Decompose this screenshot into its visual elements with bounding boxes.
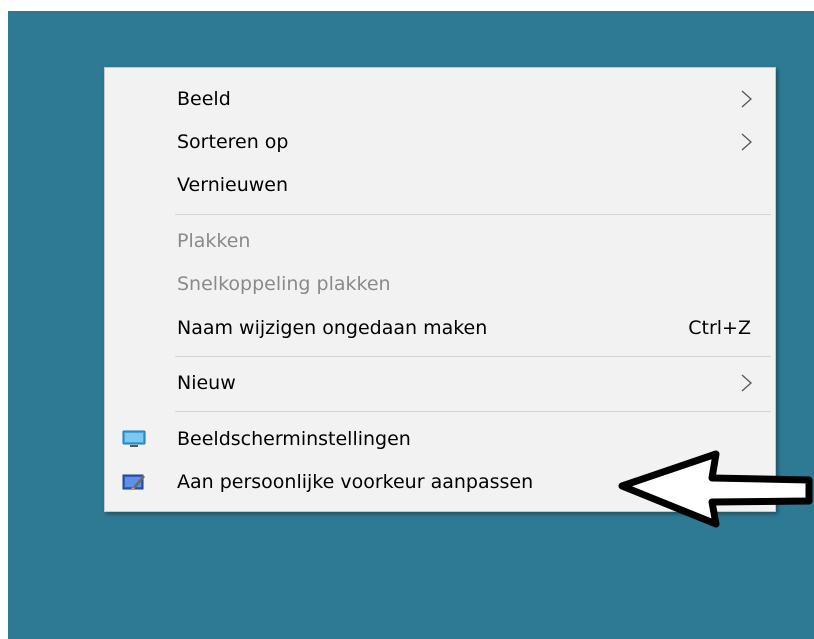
arrow-pointer-icon	[618, 450, 813, 528]
menu-item-beeld[interactable]: Beeld	[105, 78, 775, 120]
menu-item-naam-wijzigen-ongedaan-maken[interactable]: Naam wijzigen ongedaan maken Ctrl+Z	[105, 307, 775, 349]
menu-item-label: Plakken	[177, 230, 251, 252]
menu-item-snelkoppeling-plakken[interactable]: Snelkoppeling plakken	[105, 263, 775, 305]
context-menu: Beeld Sorteren op Vernieuwen Plakken Sne…	[104, 67, 776, 512]
menu-item-label: Beeld	[177, 88, 231, 110]
personalize-icon	[122, 474, 145, 490]
menu-item-nieuw[interactable]: Nieuw	[105, 362, 775, 404]
menu-separator	[175, 356, 771, 357]
menu-item-label: Snelkoppeling plakken	[177, 273, 391, 295]
menu-separator	[175, 411, 771, 412]
shortcut-text: Ctrl+Z	[688, 317, 751, 339]
chevron-right-icon	[741, 133, 752, 151]
menu-item-label: Sorteren op	[177, 131, 289, 153]
menu-item-label: Naam wijzigen ongedaan maken	[177, 317, 488, 339]
menu-separator	[175, 214, 771, 215]
menu-item-label: Aan persoonlijke voorkeur aanpassen	[177, 471, 534, 493]
menu-item-vernieuwen[interactable]: Vernieuwen	[105, 164, 775, 206]
menu-item-label: Nieuw	[177, 372, 236, 394]
chevron-right-icon	[741, 90, 752, 108]
display-settings-icon	[122, 430, 146, 447]
menu-item-plakken[interactable]: Plakken	[105, 220, 775, 262]
menu-item-sorteren-op[interactable]: Sorteren op	[105, 121, 775, 163]
chevron-right-icon	[741, 374, 752, 392]
menu-item-label: Beeldscherminstellingen	[177, 428, 411, 450]
menu-item-label: Vernieuwen	[177, 174, 289, 196]
